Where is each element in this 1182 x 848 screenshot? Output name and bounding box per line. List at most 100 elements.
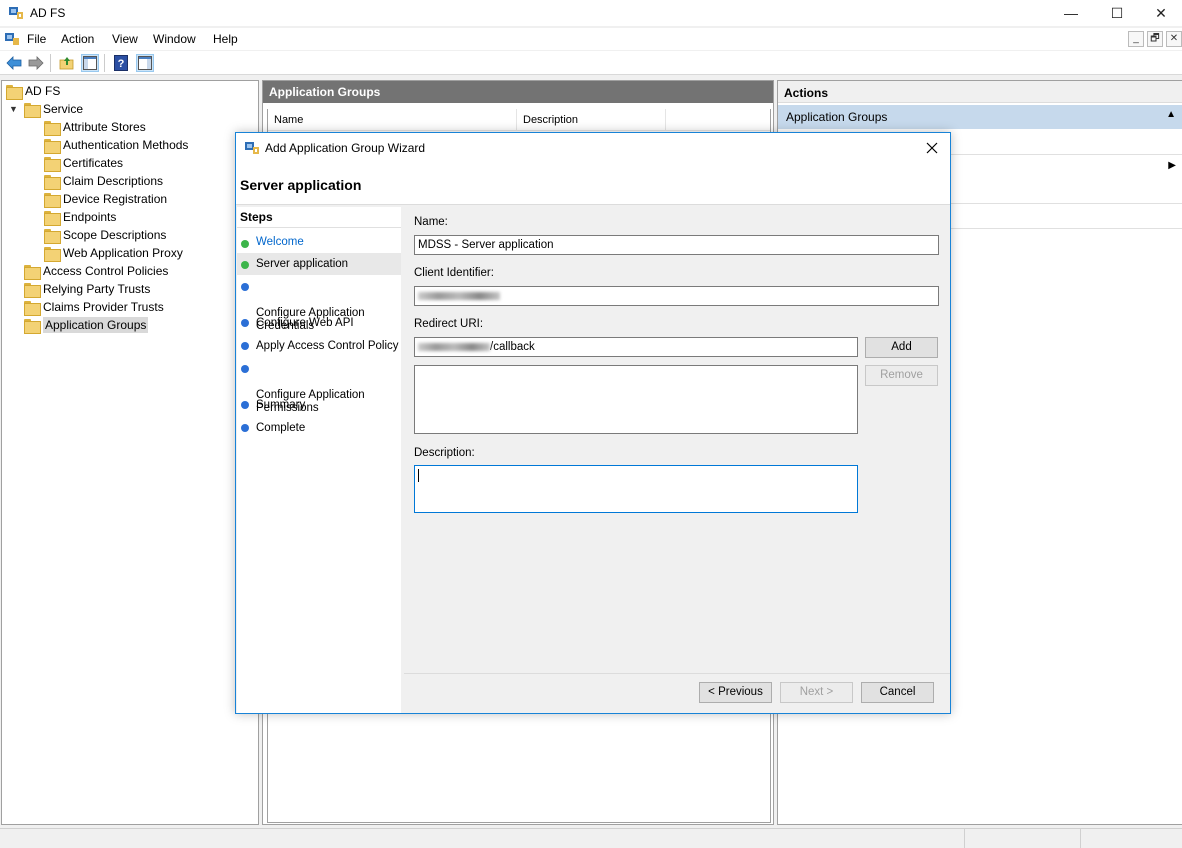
actions-section-application-groups[interactable]: Application Groups ▲ — [778, 105, 1182, 129]
tree-node-certificates[interactable]: Certificates — [44, 154, 123, 172]
wizard-close-button[interactable] — [920, 136, 944, 160]
folder-icon — [44, 138, 61, 154]
tree-node-label: Attribute Stores — [63, 120, 146, 134]
folder-icon — [24, 282, 41, 298]
redirect-uri-field[interactable]: /callback — [414, 337, 858, 357]
wizard-form: Name: MDSS - Server application Client I… — [404, 207, 950, 673]
close-icon — [926, 142, 938, 154]
collapse-triangle-icon[interactable]: ▲ — [1166, 109, 1176, 120]
redirect-uri-list[interactable] — [414, 365, 858, 434]
menu-bar: File Action View Window Help _ 🗗 ✕ — [0, 28, 1182, 50]
menu-file[interactable]: File — [27, 32, 46, 46]
tree-node-label: Service — [43, 102, 84, 116]
column-header-name[interactable]: Name — [268, 109, 517, 131]
maximize-button[interactable]: ☐ — [1094, 0, 1140, 26]
folder-up-icon — [59, 57, 74, 70]
tree-node-label: Claim Descriptions — [63, 174, 164, 188]
previous-button[interactable]: < Previous — [699, 682, 772, 703]
close-button[interactable]: ✕ — [1138, 0, 1182, 26]
show-hide-action-pane-button[interactable] — [136, 54, 154, 72]
step-configure-application-permissions[interactable]: Configure Application Permissions — [237, 363, 401, 414]
name-field[interactable]: MDSS - Server application — [414, 235, 939, 255]
menu-view[interactable]: View — [112, 32, 138, 46]
redirect-uri-suffix: /callback — [490, 341, 535, 353]
results-pane-header: Application Groups — [263, 81, 773, 103]
description-field[interactable] — [414, 465, 858, 513]
step-label: Welcome — [256, 236, 304, 248]
folder-icon — [6, 84, 23, 100]
step-configure-web-api[interactable]: Configure Web API — [237, 317, 401, 333]
expand-chevron-icon[interactable]: ▼ — [9, 104, 18, 114]
tree-node-label: Endpoints — [63, 210, 117, 224]
toolbar: ? — [0, 51, 1182, 75]
step-complete-dot-icon — [241, 240, 249, 248]
menu-help[interactable]: Help — [213, 32, 238, 46]
tree-node-relying-party-trusts[interactable]: Relying Party Trusts — [24, 280, 150, 298]
cancel-button[interactable]: Cancel — [861, 682, 934, 703]
minimize-button[interactable]: — — [1048, 0, 1094, 26]
actions-header: Actions — [778, 81, 1182, 103]
toolbar-separator — [50, 54, 51, 72]
adfs-app-icon — [9, 7, 23, 19]
show-hide-console-tree-button[interactable] — [81, 54, 99, 72]
step-server-application[interactable]: Server application — [237, 253, 401, 275]
steps-header: Steps — [240, 210, 273, 224]
tree-node-scope-descriptions[interactable]: Scope Descriptions — [44, 226, 166, 244]
column-header-description[interactable]: Description — [517, 109, 666, 131]
next-button[interactable]: Next > — [780, 682, 853, 703]
tree-node-access-control-policies[interactable]: Access Control Policies — [24, 262, 168, 280]
tree-node-label: Web Application Proxy — [63, 246, 183, 260]
tree-node-endpoints[interactable]: Endpoints — [44, 208, 116, 226]
tree-node-device-registration[interactable]: Device Registration — [44, 190, 167, 208]
tree-node-service[interactable]: Service — [24, 100, 83, 118]
step-configure-application-credentials[interactable]: Configure Application Credentials — [237, 281, 401, 332]
tree-node-claim-descriptions[interactable]: Claim Descriptions — [44, 172, 163, 190]
folder-icon — [44, 174, 61, 190]
add-redirect-uri-button[interactable]: Add — [865, 337, 938, 358]
menu-window[interactable]: Window — [153, 32, 196, 46]
remove-redirect-uri-button[interactable]: Remove — [865, 365, 938, 386]
step-current-dot-icon — [241, 261, 249, 269]
folder-icon — [44, 228, 61, 244]
console-tree-icon — [83, 56, 97, 70]
folder-icon — [44, 156, 61, 172]
tree-node-label: Certificates — [63, 156, 124, 170]
step-welcome[interactable]: Welcome — [237, 234, 401, 252]
mdi-close-button[interactable]: ✕ — [1166, 31, 1182, 47]
menu-action[interactable]: Action — [61, 32, 94, 46]
mdi-restore-button[interactable]: 🗗 — [1147, 31, 1163, 47]
folder-icon — [24, 102, 41, 118]
step-pending-dot-icon — [241, 401, 249, 409]
step-complete[interactable]: Complete — [237, 422, 401, 438]
actions-section-label: Application Groups — [786, 110, 888, 124]
toolbar-separator — [104, 54, 105, 72]
tree-node-label: Access Control Policies — [43, 264, 169, 278]
back-button[interactable] — [5, 54, 23, 72]
tree-node-adfs[interactable]: AD FS — [6, 82, 60, 100]
mmc-document-icon[interactable] — [4, 31, 20, 47]
redacted-redirect-host — [418, 342, 490, 351]
tree-node-application-groups[interactable]: Application Groups — [24, 316, 149, 334]
step-summary[interactable]: Summary — [237, 399, 401, 415]
wizard-titlebar: Add Application Group Wizard — [236, 133, 950, 163]
up-one-level-button[interactable] — [58, 54, 76, 72]
wizard-steps-pane: Steps Welcome Server application Configu… — [237, 207, 401, 713]
forward-arrow-icon — [28, 56, 44, 70]
tree-node-claims-provider-trusts[interactable]: Claims Provider Trusts — [24, 298, 164, 316]
help-button[interactable]: ? — [112, 54, 130, 72]
client-identifier-field[interactable] — [414, 286, 939, 306]
step-pending-dot-icon — [241, 283, 249, 291]
add-application-group-wizard: Add Application Group Wizard Server appl… — [235, 132, 951, 714]
forward-button[interactable] — [27, 54, 45, 72]
tree-node-label: Claims Provider Trusts — [43, 300, 164, 314]
tree-node-attribute-stores[interactable]: Attribute Stores — [44, 118, 146, 136]
mdi-minimize-button[interactable]: _ — [1128, 31, 1144, 47]
tree-node-label: AD FS — [25, 84, 61, 98]
submenu-arrow-icon[interactable]: ▶ — [1168, 160, 1176, 171]
step-pending-dot-icon — [241, 342, 249, 350]
tree-node-authentication-methods[interactable]: Authentication Methods — [44, 136, 188, 154]
step-pending-dot-icon — [241, 365, 249, 373]
wizard-page-header: Server application — [236, 163, 950, 205]
step-apply-access-control-policy[interactable]: Apply Access Control Policy — [237, 340, 401, 356]
tree-node-web-application-proxy[interactable]: Web Application Proxy — [44, 244, 183, 262]
